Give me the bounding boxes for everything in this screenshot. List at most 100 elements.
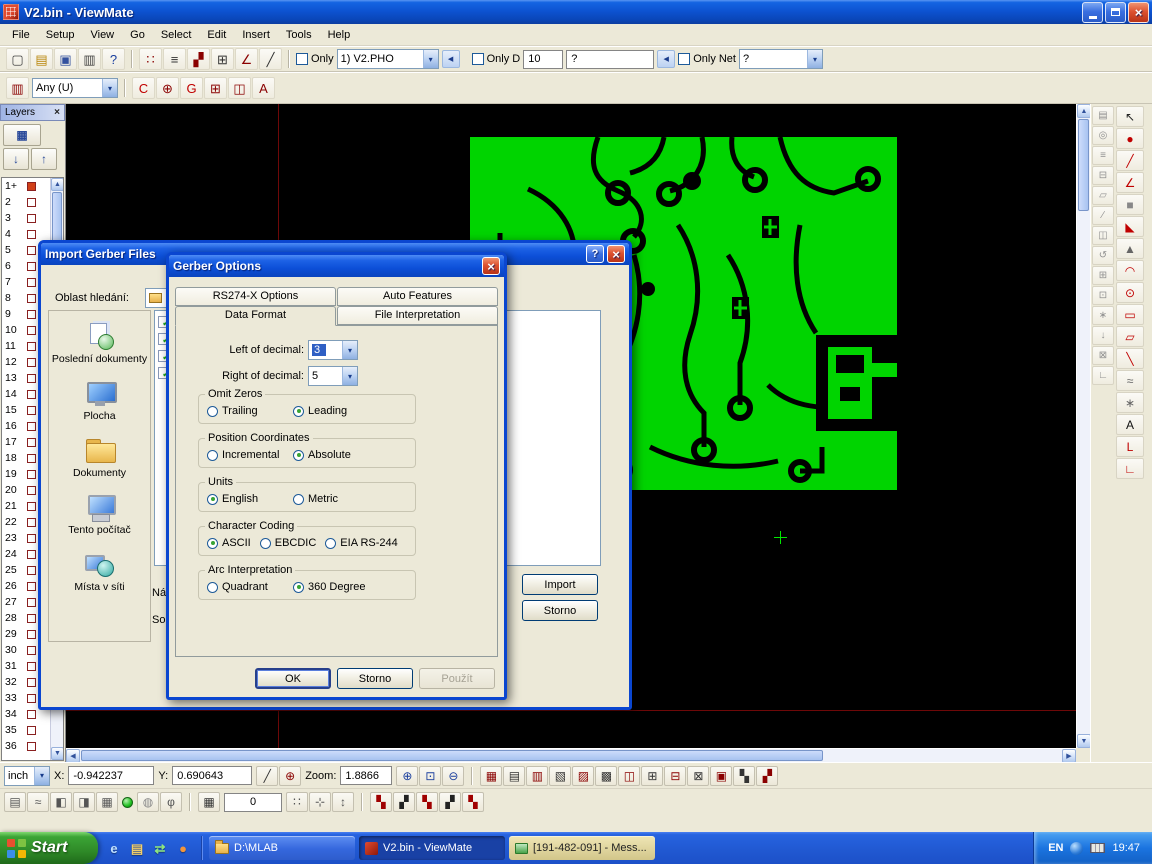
polyline-tool-button[interactable]: ∠ — [1116, 172, 1144, 193]
sync-arrows-button[interactable]: ⇄ — [150, 838, 170, 858]
zoom-window-button[interactable]: ⊡ — [419, 766, 441, 786]
prev-dcode-button[interactable]: ◀ — [657, 50, 675, 68]
only-layer-checkbox[interactable] — [296, 53, 308, 65]
triangle-tool-button[interactable]: ◣ — [1116, 216, 1144, 237]
taskbar-button-mlab-explorer[interactable]: D:\MLAB — [209, 836, 355, 860]
place-network[interactable]: Místa v síti — [49, 549, 150, 593]
checker-a-button[interactable]: ▚ — [370, 792, 392, 812]
place-documents[interactable]: Dokumenty — [49, 435, 150, 479]
d-code-field[interactable]: 10 — [523, 50, 563, 69]
filled-rect-tool-button[interactable]: ■ — [1116, 194, 1144, 215]
move-layer-up-button[interactable]: ↑ — [31, 148, 57, 170]
apply-button[interactable]: Použít — [419, 668, 495, 689]
slope-button[interactable]: ╱ — [259, 48, 282, 70]
tab-file-interpretation[interactable]: File Interpretation — [337, 306, 498, 325]
gerber-close-button[interactable]: × — [482, 257, 500, 275]
radio-360-degree[interactable]: 360 Degree — [293, 581, 379, 593]
radio-absolute[interactable]: Absolute — [293, 449, 379, 461]
axis-cross-button[interactable]: ⊹ — [309, 792, 331, 812]
d-info-field[interactable]: ? — [566, 50, 654, 69]
highlight-button[interactable]: ▞ — [187, 48, 210, 70]
radio-ebcdic[interactable]: EBCDIC — [260, 537, 317, 549]
draw-center-button[interactable]: ▥ — [526, 766, 548, 786]
keyboard-tray-icon[interactable] — [1090, 843, 1105, 853]
measure-button[interactable]: ∠ — [235, 48, 258, 70]
chevron-down-icon[interactable]: ▾ — [423, 50, 438, 68]
half-right-button[interactable]: ◨ — [73, 792, 95, 812]
radio-eia-rs-244[interactable]: EIA RS-244 — [325, 537, 397, 549]
query-tool-button[interactable]: ▤ — [1092, 106, 1114, 125]
layers-close-icon[interactable]: × — [54, 107, 60, 118]
point-tool-button[interactable]: ⊡ — [1092, 286, 1114, 305]
browser-button[interactable]: ● — [173, 838, 193, 858]
zoom-out-button[interactable]: ⊖ — [442, 766, 464, 786]
active-layer-combo[interactable]: 1) V2.PHO ▾ — [337, 49, 439, 69]
l-shape-tool-button[interactable]: L — [1116, 436, 1144, 457]
rect-tool-button[interactable]: ▭ — [1116, 304, 1144, 325]
component-button[interactable]: C — [132, 77, 155, 99]
radio-trailing[interactable]: Trailing — [207, 405, 293, 417]
taskbar-button-message[interactable]: [191-482-091] - Mess... — [509, 836, 655, 860]
chevron-down-icon[interactable]: ▾ — [102, 79, 117, 97]
window-tool-button[interactable]: ◫ — [1092, 226, 1114, 245]
circle-tool-button[interactable]: ⊙ — [1116, 282, 1144, 303]
language-indicator[interactable]: EN — [1048, 842, 1063, 854]
annotate-button[interactable]: A — [252, 77, 275, 99]
selection-filter-combo[interactable]: Any (U) ▾ — [32, 78, 118, 98]
draw-outline-button[interactable]: ▤ — [503, 766, 525, 786]
messenger-tray-icon[interactable] — [1070, 842, 1083, 855]
radio-ascii[interactable]: ASCII — [207, 537, 251, 549]
arc-tool-button[interactable]: ◠ — [1116, 260, 1144, 281]
menu-edit[interactable]: Edit — [199, 26, 234, 44]
goto-button[interactable]: G — [180, 77, 203, 99]
snap-grid-button[interactable]: ▦ — [198, 792, 220, 812]
hook-tool-button[interactable]: ∟ — [1116, 458, 1144, 479]
place-recent[interactable]: Poslední dokumenty — [49, 321, 150, 365]
probe-button[interactable]: φ — [160, 792, 182, 812]
draw-filled-button[interactable]: ▦ — [480, 766, 502, 786]
context-help-button[interactable]: ? — [102, 48, 125, 70]
import-help-button[interactable]: ? — [586, 245, 604, 263]
menu-file[interactable]: File — [4, 26, 38, 44]
drop-tool-button[interactable]: ↓ — [1092, 326, 1114, 345]
new-file-button[interactable]: ▢ — [6, 48, 29, 70]
tab-auto-features[interactable]: Auto Features — [337, 287, 498, 306]
menu-setup[interactable]: Setup — [38, 26, 83, 44]
chevron-down-icon[interactable]: ▾ — [342, 341, 357, 359]
scroll-up-icon[interactable]: ▲ — [51, 178, 64, 191]
menu-help[interactable]: Help — [320, 26, 359, 44]
pattern-a-button[interactable]: ▚ — [733, 766, 755, 786]
pad-select-button[interactable]: ⊞ — [204, 77, 227, 99]
line-tool-button[interactable]: ╱ — [1116, 150, 1144, 171]
folders-button[interactable]: ▤ — [127, 838, 147, 858]
save-button[interactable]: ▣ — [54, 48, 77, 70]
gerber-dialog-titlebar[interactable]: Gerber Options × — [169, 255, 504, 277]
open-file-button[interactable]: ▤ — [30, 48, 53, 70]
snap-tool-button[interactable]: ◎ — [1092, 126, 1114, 145]
left-of-decimal-combo[interactable]: 3 ▾ — [308, 340, 358, 360]
net-combo[interactable]: ? ▾ — [739, 49, 823, 69]
polygon-tool-button[interactable]: ▱ — [1116, 326, 1144, 347]
tab-rs274-x-options[interactable]: RS274-X Options — [175, 287, 336, 306]
units-combo[interactable]: inch ▾ — [4, 766, 50, 786]
menu-tools[interactable]: Tools — [278, 26, 320, 44]
layer-row-35[interactable]: 35 — [2, 722, 50, 738]
only-layer-toggle[interactable]: Only — [296, 53, 334, 65]
prev-layer-button[interactable]: ◀ — [442, 50, 460, 68]
layer-row-2[interactable]: 2 — [2, 194, 50, 210]
select-mode-button[interactable]: ▤ — [4, 792, 26, 812]
tab-data-format[interactable]: Data Format — [175, 306, 336, 326]
wave-mode-button[interactable]: ≈ — [27, 792, 49, 812]
text-tool-button[interactable]: A — [1116, 414, 1144, 435]
add-tool-button[interactable]: ⊞ — [1092, 266, 1114, 285]
chevron-down-icon[interactable]: ▾ — [342, 367, 357, 385]
scrollbar-thumb[interactable] — [1078, 119, 1089, 211]
import-close-button[interactable]: × — [607, 245, 625, 263]
radio-english[interactable]: English — [207, 493, 293, 505]
traces-only-button[interactable]: ▨ — [572, 766, 594, 786]
net-select-button[interactable]: ◫ — [228, 77, 251, 99]
scroll-down-icon[interactable]: ▼ — [1077, 734, 1091, 748]
menu-insert[interactable]: Insert — [234, 26, 278, 44]
layer-row-1[interactable]: 1+ — [2, 178, 50, 194]
print-button[interactable]: ▥ — [78, 48, 101, 70]
